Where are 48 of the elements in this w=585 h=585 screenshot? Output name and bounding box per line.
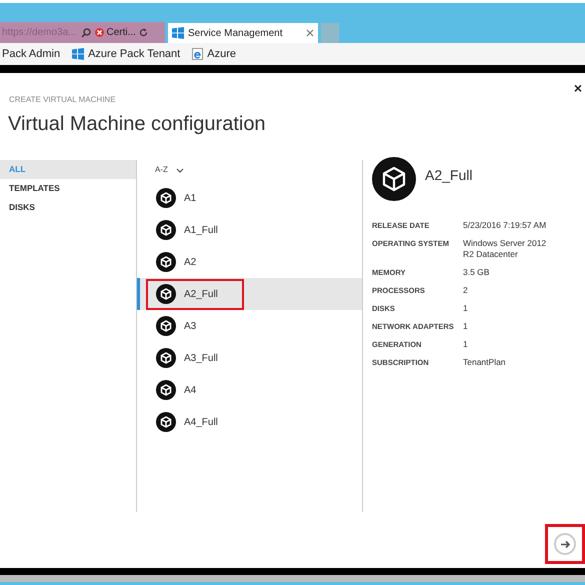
close-icon[interactable] bbox=[306, 29, 314, 37]
vm-list-item[interactable]: A2 bbox=[137, 246, 362, 278]
cube-icon bbox=[156, 220, 176, 240]
close-button[interactable]: × bbox=[574, 81, 582, 95]
certificate-error-tab[interactable]: Certi... bbox=[94, 25, 148, 40]
refresh-icon[interactable] bbox=[138, 28, 148, 37]
favorite-link[interactable]: Azure Pack Tenant bbox=[72, 46, 180, 62]
search-icon[interactable] bbox=[80, 28, 90, 38]
cube-icon bbox=[156, 348, 176, 368]
nav-item[interactable]: TEMPLATES bbox=[0, 179, 136, 198]
chevron-down-icon[interactable] bbox=[176, 168, 184, 172]
browser-page-icon bbox=[192, 48, 204, 60]
property-value: 1 bbox=[463, 303, 469, 314]
sort-label[interactable]: A-Z bbox=[155, 164, 168, 176]
cube-icon bbox=[156, 284, 176, 304]
cube-icon bbox=[372, 157, 416, 201]
next-button[interactable] bbox=[554, 533, 576, 555]
vm-list-item[interactable]: A3 bbox=[137, 310, 362, 342]
browser-tab[interactable]: Service Management bbox=[168, 23, 318, 43]
favorite-link[interactable]: Pack Admin bbox=[2, 46, 60, 62]
vm-list-item[interactable]: A4 bbox=[137, 374, 362, 406]
property-value: TenantPlan bbox=[463, 357, 507, 368]
property-value: 1 bbox=[463, 321, 469, 332]
cube-icon bbox=[156, 316, 176, 336]
arrow-right-icon bbox=[560, 540, 570, 548]
error-icon bbox=[94, 28, 104, 37]
cube-icon bbox=[156, 188, 176, 208]
nav-item[interactable]: DISKS bbox=[0, 198, 136, 217]
detail-name: A2_Full bbox=[425, 166, 472, 185]
cube-icon bbox=[156, 252, 176, 272]
cube-icon bbox=[156, 412, 176, 432]
property-value: 1 bbox=[463, 339, 469, 350]
property-value: 5/23/2016 7:19:57 AM bbox=[463, 220, 548, 231]
property-value: Windows Server 2012 R2 Datacenter bbox=[463, 238, 548, 260]
windows-logo-icon bbox=[72, 48, 84, 60]
property-value: 3.5 GB bbox=[463, 267, 490, 278]
cube-icon bbox=[156, 380, 176, 400]
property-value: 2 bbox=[463, 285, 469, 296]
dialog-overline: CREATE VIRTUAL MACHINE bbox=[9, 96, 117, 104]
dialog-title: Virtual Machine configuration bbox=[8, 114, 267, 134]
favorite-link[interactable]: Azure bbox=[192, 46, 236, 62]
vm-list-item[interactable]: A1_Full bbox=[137, 214, 362, 246]
windows-logo-icon bbox=[172, 27, 184, 39]
vm-list-item[interactable]: A4_Full bbox=[137, 406, 362, 438]
tab-label: Certi... bbox=[106, 26, 136, 40]
vm-list-item[interactable]: A1 bbox=[137, 182, 362, 214]
vm-list-item[interactable]: A2_Full bbox=[137, 278, 362, 310]
vm-list-item[interactable]: A3_Full bbox=[137, 342, 362, 374]
